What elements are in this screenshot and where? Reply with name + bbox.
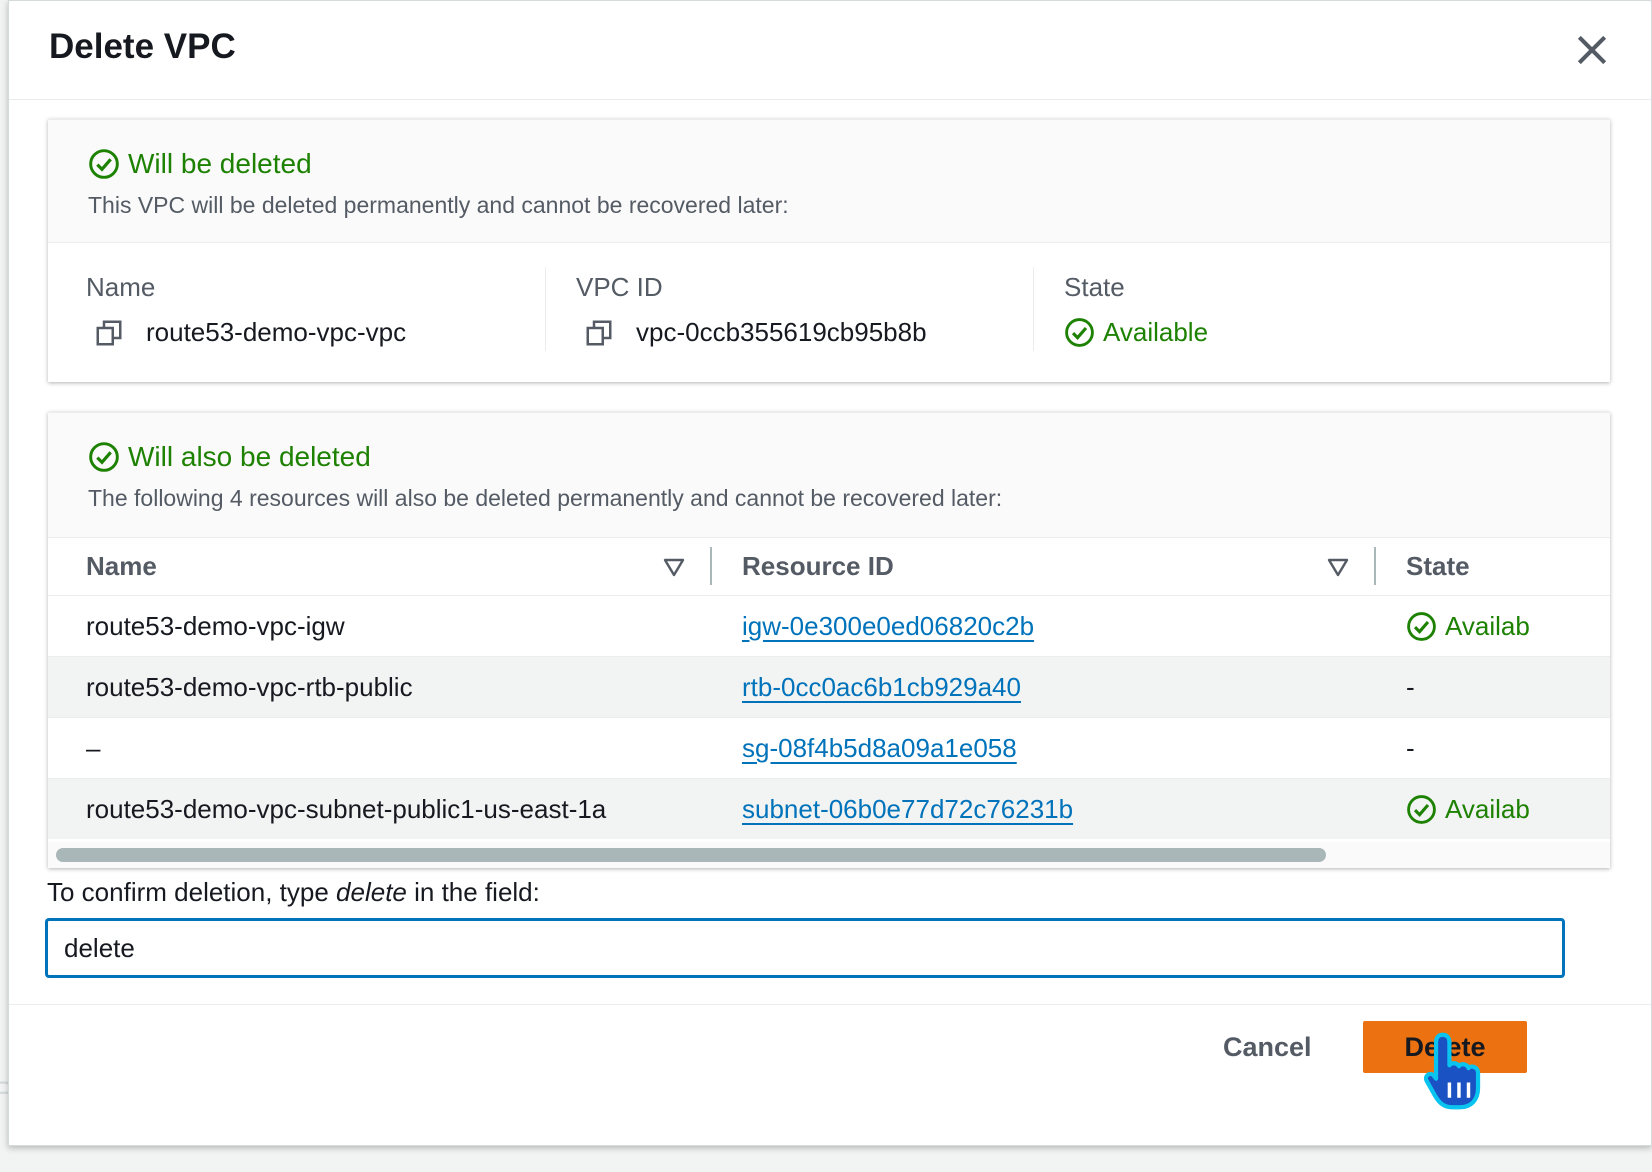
table-row: – sg-08f4b5d8a09a1e058 - <box>48 717 1610 779</box>
cell-name: route53-demo-vpc-igw <box>48 595 712 657</box>
divider <box>545 267 546 351</box>
check-circle-icon <box>1407 611 1436 641</box>
vpc-id-field: VPC ID vpc-0ccb355619cb95b8b <box>576 272 927 348</box>
confirm-label-suffix: in the field: <box>406 877 540 907</box>
will-also-be-deleted-heading: Will also be deleted <box>88 441 371 473</box>
cell-name: – <box>48 717 712 779</box>
confirm-keyword: delete <box>336 877 407 907</box>
hand-pointer-icon <box>1423 1032 1481 1110</box>
state-available: Availab <box>1406 611 1610 642</box>
resources-panel-description: The following 4 resources will also be d… <box>88 485 1003 511</box>
horizontal-scrollbar[interactable] <box>48 842 1610 868</box>
column-header-name[interactable]: Name <box>48 537 712 596</box>
cancel-button[interactable]: Cancel <box>1223 1024 1312 1071</box>
resources-panel-header: Will also be deleted The following 4 res… <box>48 413 1610 538</box>
cell-state: - <box>1376 656 1610 718</box>
column-header-label: Name <box>86 550 157 581</box>
confirm-label: To confirm deletion, type delete in the … <box>47 877 540 908</box>
vpc-id-value: vpc-0ccb355619cb95b8b <box>636 317 927 347</box>
cell-name: route53-demo-vpc-rtb-public <box>48 656 712 718</box>
scrollbar-thumb[interactable] <box>56 848 1326 862</box>
will-also-be-deleted-label: Will also be deleted <box>128 441 371 472</box>
check-circle-icon <box>89 149 119 179</box>
column-header-resource-id[interactable]: Resource ID <box>712 537 1376 596</box>
resources-table: Name Resource ID State route53-demo-vpc-… <box>48 537 1610 839</box>
vpc-panel-header: Will be deleted This VPC will be deleted… <box>48 120 1610 243</box>
will-be-deleted-heading: Will be deleted <box>88 148 312 180</box>
column-header-state[interactable]: State <box>1376 537 1610 596</box>
resources-panel: Will also be deleted The following 4 res… <box>48 412 1610 868</box>
vpc-state-value: Available <box>1103 317 1209 347</box>
resource-id-link[interactable]: subnet-06b0e77d72c76231b <box>742 794 1073 824</box>
table-header-row: Name Resource ID State <box>48 537 1610 596</box>
sort-caret-down-icon[interactable] <box>662 555 686 579</box>
state-label: Availab <box>1445 610 1530 641</box>
resource-id-link[interactable]: rtb-0cc0ac6b1cb929a40 <box>742 672 1021 702</box>
delete-vpc-modal: Delete VPC Will be deleted This VPC will… <box>8 0 1652 1146</box>
check-circle-icon <box>89 442 119 472</box>
vpc-state-label: State <box>1064 272 1125 302</box>
table-row: route53-demo-vpc-rtb-public rtb-0cc0ac6b… <box>48 656 1610 718</box>
vpc-name-label: Name <box>86 272 156 302</box>
will-be-deleted-label: Will be deleted <box>128 148 312 179</box>
check-circle-icon <box>1407 794 1436 824</box>
vpc-name-field: Name route53-demo-vpc-vpc <box>86 272 406 348</box>
vpc-id-label: VPC ID <box>576 272 663 302</box>
divider <box>1033 267 1034 351</box>
resource-id-link[interactable]: sg-08f4b5d8a09a1e058 <box>742 733 1017 763</box>
state-label: Availab <box>1445 793 1530 824</box>
copy-icon[interactable] <box>584 318 614 348</box>
vpc-panel-description: This VPC will be deleted permanently and… <box>88 192 789 218</box>
close-icon[interactable] <box>1573 31 1611 69</box>
confirm-delete-input[interactable] <box>46 919 1564 977</box>
modal-header: Delete VPC <box>9 1 1651 100</box>
sort-caret-down-icon[interactable] <box>1326 555 1350 579</box>
copy-icon[interactable] <box>94 318 124 348</box>
column-header-label: State <box>1406 550 1470 581</box>
vpc-panel: Will be deleted This VPC will be deleted… <box>48 119 1610 382</box>
confirm-label-prefix: To confirm deletion, type <box>47 877 337 907</box>
column-header-label: Resource ID <box>742 550 894 581</box>
cell-state: - <box>1376 717 1610 779</box>
state-available: Availab <box>1406 794 1610 825</box>
check-circle-icon <box>1065 318 1094 347</box>
resource-id-link[interactable]: igw-0e300e0ed06820c2b <box>742 611 1034 641</box>
vpc-state-field: State Available <box>1064 272 1208 348</box>
table-row: route53-demo-vpc-subnet-public1-us-east-… <box>48 778 1610 839</box>
table-row: route53-demo-vpc-igw igw-0e300e0ed06820c… <box>48 595 1610 657</box>
modal-title: Delete VPC <box>49 27 236 66</box>
vpc-name-value: route53-demo-vpc-vpc <box>146 317 407 347</box>
cell-name: route53-demo-vpc-subnet-public1-us-east-… <box>48 778 712 839</box>
